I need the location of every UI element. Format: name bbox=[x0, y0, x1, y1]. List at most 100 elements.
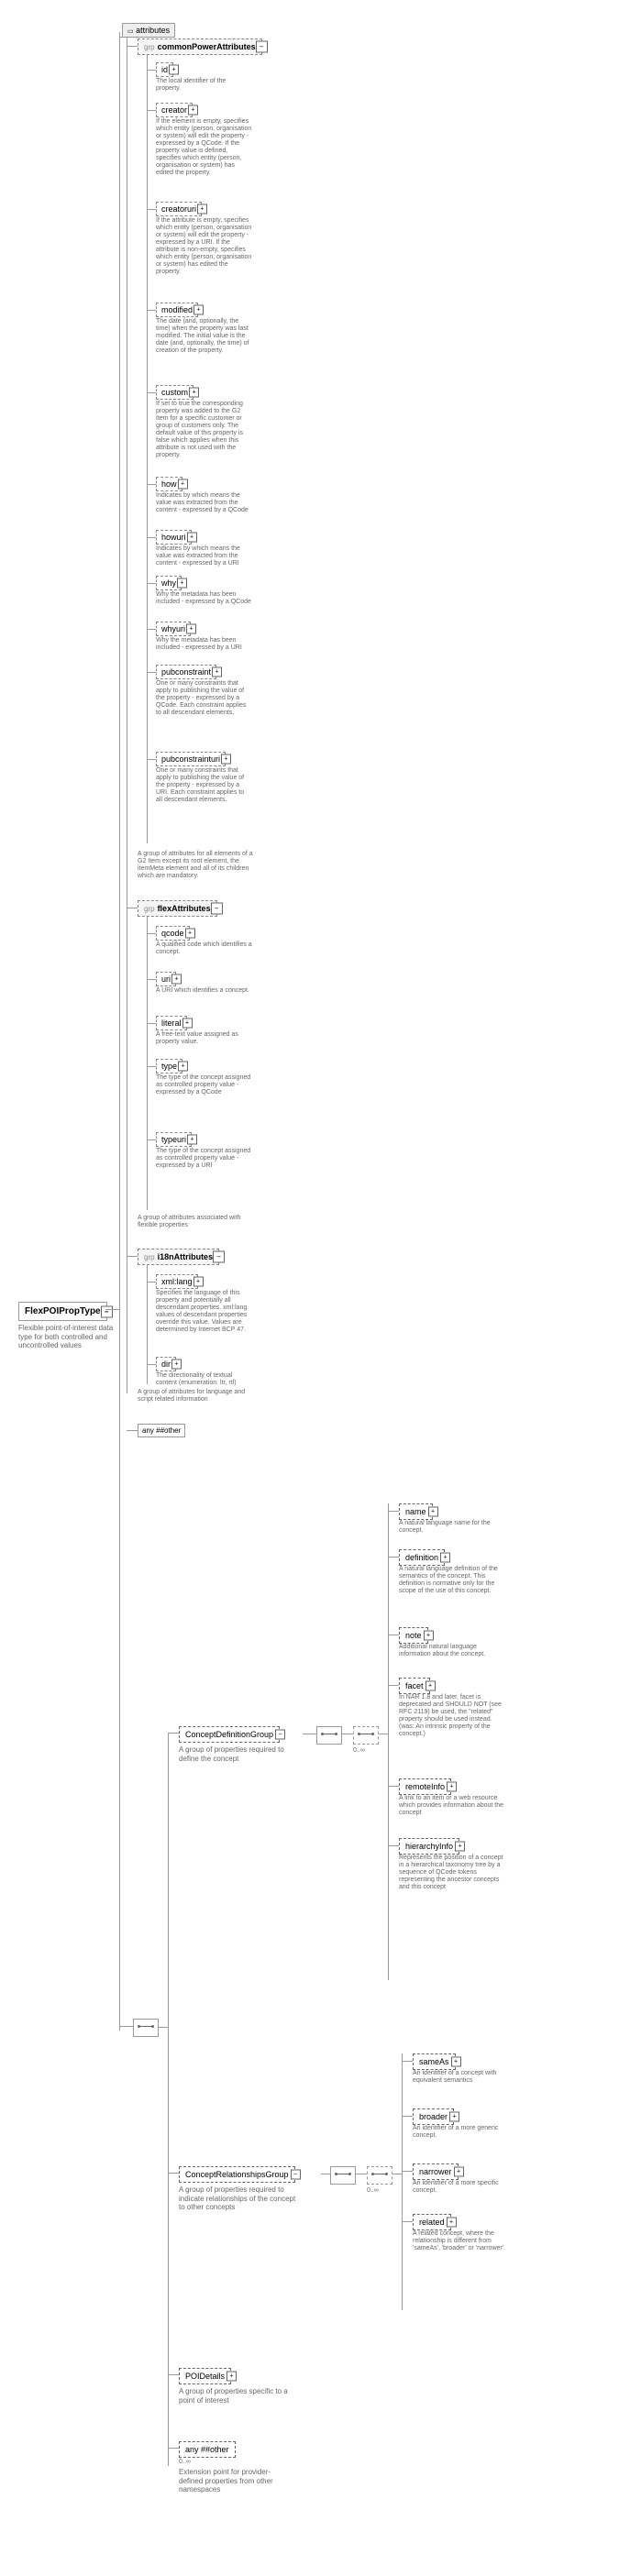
attr-modified[interactable]: modified+ bbox=[156, 303, 198, 317]
def-group-desc: A group of properties required to define… bbox=[179, 1745, 298, 1763]
expand-icon[interactable]: + bbox=[447, 2218, 457, 2228]
attributes-heading: ▭ attributes bbox=[122, 23, 175, 38]
element-name[interactable]: name+ bbox=[399, 1503, 433, 1520]
any-other-attr: any ##other bbox=[138, 1424, 185, 1437]
expand-icon[interactable]: + bbox=[171, 1360, 182, 1370]
attr-desc: The date (and, optionally, the time) whe… bbox=[156, 318, 252, 355]
choice-connector bbox=[353, 1726, 379, 1745]
occurrence: 0..∞ bbox=[353, 1747, 379, 1754]
element-broader[interactable]: broader+ bbox=[413, 2108, 454, 2125]
concept-relationships-group[interactable]: ConceptRelationshipsGroup − bbox=[179, 2166, 295, 2183]
expand-icon[interactable]: + bbox=[451, 2057, 461, 2067]
expand-icon[interactable]: + bbox=[171, 974, 182, 985]
element-sameAs[interactable]: sameAs+ bbox=[413, 2053, 456, 2070]
element-desc: An identifier of a concept with equivale… bbox=[413, 2070, 518, 2085]
attr-custom[interactable]: custom+ bbox=[156, 385, 193, 400]
attr-qcode[interactable]: qcode+ bbox=[156, 926, 190, 941]
group-i18n[interactable]: grpi18nAttributes − bbox=[138, 1249, 219, 1265]
attr-dir[interactable]: dir+ bbox=[156, 1357, 176, 1371]
expand-icon[interactable]: + bbox=[449, 2112, 459, 2122]
expand-icon[interactable]: + bbox=[187, 533, 197, 543]
expand-icon[interactable]: + bbox=[193, 305, 204, 315]
attr-desc: Why the metadata has been included - exp… bbox=[156, 637, 252, 652]
attr-desc: The type of the concept assigned as cont… bbox=[156, 1074, 252, 1096]
attr-type[interactable]: type+ bbox=[156, 1059, 182, 1073]
attr-creator[interactable]: creator+ bbox=[156, 103, 193, 117]
attr-creatoruri[interactable]: creatoruri+ bbox=[156, 202, 202, 216]
attr-desc: If set to true the corresponding propert… bbox=[156, 401, 252, 459]
expand-icon[interactable]: + bbox=[440, 1553, 450, 1563]
attr-uri[interactable]: uri+ bbox=[156, 972, 176, 986]
common-group-desc: A group of attributes for all elements o… bbox=[138, 851, 257, 880]
element-remoteInfo[interactable]: remoteInfo+ bbox=[399, 1778, 451, 1795]
sequence-connector bbox=[330, 2166, 356, 2185]
element-desc: An identifier of a more specific concept… bbox=[413, 2180, 518, 2195]
attr-desc: A URI which identifies a concept. bbox=[156, 987, 249, 995]
expand-icon[interactable]: + bbox=[169, 65, 179, 75]
expand-icon[interactable]: + bbox=[187, 1135, 197, 1145]
collapse-icon[interactable]: − bbox=[291, 2170, 301, 2180]
expand-icon[interactable]: + bbox=[182, 1018, 193, 1029]
element-desc: Additional natural language information … bbox=[399, 1644, 504, 1658]
expand-icon[interactable]: + bbox=[428, 1507, 438, 1517]
sequence-connector bbox=[133, 2019, 159, 2037]
attr-desc: Indicates by which means the value was e… bbox=[156, 545, 252, 567]
attr-desc: A qualified code which identifies a conc… bbox=[156, 941, 252, 956]
element-desc: A natural language name for the concept. bbox=[399, 1520, 504, 1535]
attr-desc: The directionality of textual content (e… bbox=[156, 1372, 252, 1387]
poi-details[interactable]: POIDetails + bbox=[179, 2368, 231, 2384]
expand-icon[interactable]: + bbox=[177, 578, 187, 589]
occurrence: 0..∞ bbox=[367, 2187, 392, 2194]
attr-desc: The local identifier of the property. bbox=[156, 78, 252, 93]
attr-desc: Why the metadata has been included - exp… bbox=[156, 591, 252, 606]
element-hierarchyInfo[interactable]: hierarchyInfo+ bbox=[399, 1838, 459, 1855]
expand-icon[interactable]: + bbox=[197, 204, 207, 215]
group-common[interactable]: grpcommonPowerAttributes − bbox=[138, 39, 262, 55]
root-type[interactable]: FlexPOIPropType − bbox=[18, 1302, 107, 1321]
expand-icon[interactable]: + bbox=[178, 1062, 188, 1072]
expand-icon[interactable]: + bbox=[454, 2167, 464, 2177]
attr-typeuri[interactable]: typeuri+ bbox=[156, 1132, 192, 1147]
attr-pubconstraint[interactable]: pubconstraint+ bbox=[156, 665, 216, 679]
expand-icon[interactable]: + bbox=[227, 2372, 237, 2382]
attr-literal[interactable]: literal+ bbox=[156, 1016, 187, 1030]
attr-howuri[interactable]: howuri+ bbox=[156, 530, 192, 545]
attr-how[interactable]: how+ bbox=[156, 477, 182, 491]
attr-desc: Specifies the language of this property … bbox=[156, 1290, 252, 1334]
expand-icon[interactable]: + bbox=[186, 624, 196, 634]
attr-whyuri[interactable]: whyuri+ bbox=[156, 622, 191, 636]
expand-icon[interactable]: + bbox=[185, 929, 195, 939]
group-flex[interactable]: grpflexAttributes − bbox=[138, 900, 217, 917]
collapse-icon[interactable]: − bbox=[213, 1251, 225, 1263]
element-related[interactable]: related+ bbox=[413, 2214, 451, 2230]
element-desc: Represents the position of a concept in … bbox=[399, 1855, 504, 1891]
attr-desc: One or many constraints that apply to pu… bbox=[156, 767, 252, 804]
expand-icon[interactable]: + bbox=[447, 1782, 457, 1792]
element-desc: A related concept, where the relationshi… bbox=[413, 2230, 518, 2252]
expand-icon[interactable]: + bbox=[426, 1681, 436, 1691]
element-facet[interactable]: facet+ bbox=[399, 1678, 430, 1694]
attr-xml:lang[interactable]: xml:lang+ bbox=[156, 1274, 198, 1289]
expand-icon[interactable]: + bbox=[193, 1277, 204, 1287]
attr-desc: If the element is empty, specifies which… bbox=[156, 118, 252, 177]
attr-id[interactable]: id+ bbox=[156, 62, 173, 77]
expand-icon[interactable]: + bbox=[189, 388, 199, 398]
expand-icon[interactable]: + bbox=[178, 479, 188, 490]
element-note[interactable]: note+ bbox=[399, 1627, 428, 1644]
collapse-icon[interactable]: − bbox=[275, 1730, 285, 1740]
sequence-connector bbox=[316, 1726, 342, 1745]
concept-definition-group[interactable]: ConceptDefinitionGroup − bbox=[179, 1726, 280, 1743]
collapse-icon[interactable]: − bbox=[211, 903, 223, 915]
element-definition[interactable]: definition+ bbox=[399, 1549, 445, 1566]
collapse-icon[interactable]: − bbox=[256, 41, 268, 53]
expand-icon[interactable]: + bbox=[455, 1842, 465, 1852]
expand-icon[interactable]: + bbox=[221, 754, 231, 765]
attr-why[interactable]: why+ bbox=[156, 576, 182, 590]
collapse-icon[interactable]: − bbox=[101, 1305, 113, 1317]
any-other-element: any ##other bbox=[179, 2441, 236, 2458]
element-narrower[interactable]: narrower+ bbox=[413, 2163, 459, 2180]
expand-icon[interactable]: + bbox=[424, 1631, 434, 1641]
expand-icon[interactable]: + bbox=[212, 667, 222, 677]
attr-pubconstrainturi[interactable]: pubconstrainturi+ bbox=[156, 752, 226, 766]
expand-icon[interactable]: + bbox=[188, 105, 198, 116]
